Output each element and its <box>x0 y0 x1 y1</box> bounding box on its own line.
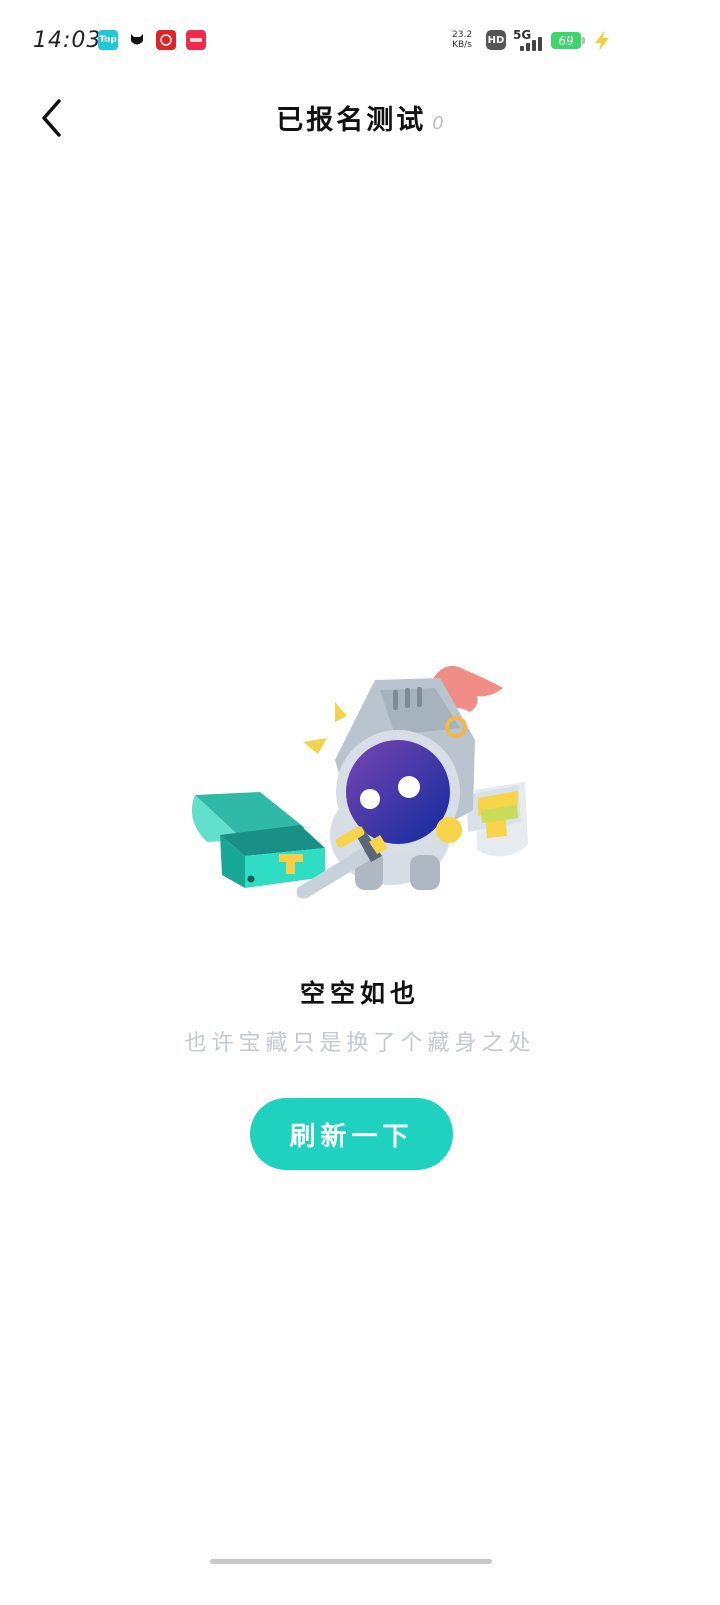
charging-icon <box>595 31 609 51</box>
gift-app-icon <box>156 30 176 50</box>
empty-state-subtitle: 也许宝藏只是换了个藏身之处 <box>184 1031 536 1056</box>
network-speed: 23.2 KB/s <box>452 30 473 50</box>
empty-treasure-illustration <box>191 665 528 899</box>
empty-state-title: 空空如也 <box>299 979 420 1008</box>
status-bar: 14:03 Top 23.2 KB/s HD 5G 69 <box>0 0 720 80</box>
top-app-icon: Top <box>98 30 118 50</box>
shop-app-icon <box>186 30 206 50</box>
battery-icon: 69 <box>551 32 581 49</box>
signal-icon <box>517 33 547 51</box>
battery-cap <box>582 37 585 44</box>
home-indicator[interactable] <box>210 1559 492 1564</box>
signup-count: 0 <box>432 113 444 134</box>
hd-icon: HD <box>486 30 506 50</box>
cat-app-icon <box>127 30 147 50</box>
page-title: 已报名测试 <box>276 105 427 136</box>
refresh-button[interactable]: 刷新一下 <box>250 1098 453 1170</box>
page-header: 已报名测试 0 <box>0 98 720 137</box>
status-time: 14:03 <box>33 28 102 53</box>
